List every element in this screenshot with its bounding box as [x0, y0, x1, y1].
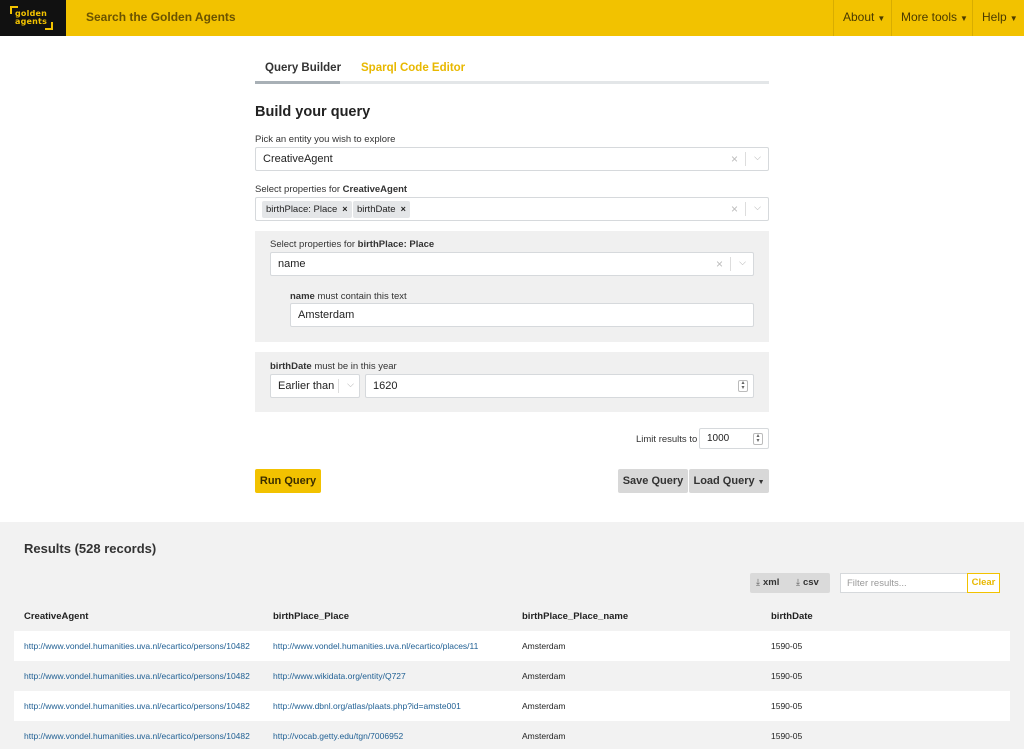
clear-icon[interactable]: ×: [731, 202, 738, 216]
year-input[interactable]: 1620 ▴ ▾: [365, 374, 754, 398]
site-title[interactable]: Search the Golden Agents: [86, 10, 236, 24]
nav-more-tools[interactable]: More tools ▼: [901, 10, 968, 26]
name-contains-input[interactable]: Amsterdam: [290, 303, 754, 327]
creative-agent-link[interactable]: http://www.vondel.humanities.uva.nl/ecar…: [24, 641, 250, 651]
limit-label: Limit results to: [636, 434, 698, 445]
column-header[interactable]: birthPlace_Place: [273, 611, 349, 622]
nav-divider: [891, 0, 892, 36]
properties-label: Select properties for CreativeAgent: [255, 184, 408, 195]
birthdate-condition-label: birthDate must be in this year: [270, 361, 397, 372]
load-query-button[interactable]: Load Query ▼: [689, 469, 769, 493]
chevron-down-icon[interactable]: ⌵: [739, 257, 746, 268]
limit-value: 1000: [707, 433, 730, 444]
table-row: http://www.vondel.humanities.uva.nl/ecar…: [14, 661, 1010, 691]
birthplace-link[interactable]: http://www.dbnl.org/atlas/plaats.php?id=…: [273, 701, 461, 711]
birthdate: 1590-05: [771, 701, 803, 711]
results-section: Results (528 records) ⤓ xml ⤓ csv Filter r…: [0, 522, 1024, 749]
chevron-down-icon[interactable]: ⌵: [347, 379, 354, 390]
select-divider: [745, 202, 746, 216]
chevron-down-icon[interactable]: ⌵: [754, 202, 761, 213]
select-divider: [338, 379, 339, 393]
download-buttons: ⤓ xml ⤓ csv: [750, 573, 830, 593]
column-header[interactable]: birthDate: [771, 611, 813, 622]
nav-divider: [972, 0, 973, 36]
creative-agent-link[interactable]: http://www.vondel.humanities.uva.nl/ecar…: [24, 731, 250, 741]
chevron-down-icon: ▼: [877, 14, 886, 23]
creative-agent-link[interactable]: http://www.vondel.humanities.uva.nl/ecar…: [24, 701, 250, 711]
editor-tabs: Query Builder Sparql Code Editor: [255, 56, 769, 84]
clear-filter-button[interactable]: Clear: [967, 573, 1000, 593]
birthplace-name: Amsterdam: [522, 641, 566, 651]
nav-about[interactable]: About ▼: [843, 10, 885, 26]
stepper-icon[interactable]: ▴ ▾: [753, 433, 763, 445]
select-divider: [745, 152, 746, 166]
page-title: Build your query: [255, 104, 371, 120]
entity-select-value: CreativeAgent: [263, 153, 333, 165]
birthplace-link[interactable]: http://vocab.getty.edu/tgn/7006952: [273, 731, 403, 741]
birthdate-panel: birthDate must be in this year Earlier t…: [255, 352, 769, 412]
birthplace-properties-label: Select properties for birthPlace: Place: [270, 239, 435, 250]
column-header[interactable]: birthPlace_Place_name: [522, 611, 628, 622]
remove-chip-icon[interactable]: ×: [401, 204, 406, 214]
nav-divider: [833, 0, 834, 36]
birthplace-link[interactable]: http://www.vondel.humanities.uva.nl/ecar…: [273, 641, 478, 651]
tab-query-builder[interactable]: Query Builder: [265, 62, 341, 74]
remove-chip-icon[interactable]: ×: [342, 204, 347, 214]
nav-help[interactable]: Help ▼: [982, 10, 1018, 26]
results-title: Results (528 records): [24, 541, 157, 556]
date-operator-select[interactable]: Earlier than ⌵: [270, 374, 360, 398]
download-icon: ⤓: [796, 577, 800, 587]
save-query-button[interactable]: Save Query: [618, 469, 688, 493]
entity-label: Pick an entity you wish to explore: [255, 134, 396, 145]
birthplace-panel: Select properties for birthPlace: Place …: [255, 231, 769, 342]
birthplace-name: Amsterdam: [522, 731, 566, 741]
golden-agents-logo[interactable]: golden agents: [0, 0, 66, 36]
clear-icon[interactable]: ×: [716, 257, 723, 271]
download-csv-button[interactable]: ⤓ csv: [796, 577, 819, 588]
run-query-button[interactable]: Run Query: [255, 469, 321, 493]
table-row: http://www.vondel.humanities.uva.nl/ecar…: [14, 691, 1010, 721]
download-xml-button[interactable]: ⤓ xml: [756, 577, 779, 588]
year-value: 1620: [373, 380, 398, 392]
creative-agent-link[interactable]: http://www.vondel.humanities.uva.nl/ecar…: [24, 671, 250, 681]
clear-icon[interactable]: ×: [731, 152, 738, 166]
birthplace-link[interactable]: http://www.wikidata.org/entity/Q727: [273, 671, 406, 681]
filter-results-input[interactable]: Filter results...: [840, 573, 968, 593]
birthplace-name: Amsterdam: [522, 701, 566, 711]
name-contains-value: Amsterdam: [298, 309, 355, 321]
table-row: http://www.vondel.humanities.uva.nl/ecar…: [14, 631, 1010, 661]
caret-down-icon: ▼: [757, 479, 765, 486]
name-condition-label: name must contain this text: [290, 291, 407, 302]
table-row: http://www.vondel.humanities.uva.nl/ecar…: [14, 721, 1010, 749]
birthdate: 1590-05: [771, 731, 803, 741]
chevron-down-icon: ▼: [1009, 14, 1018, 23]
logo-text: golden agents: [15, 9, 48, 26]
birthplace-name: Amsterdam: [522, 671, 566, 681]
birthdate: 1590-05: [771, 671, 803, 681]
download-icon: ⤓: [756, 577, 760, 587]
chevron-down-icon: ▼: [960, 14, 968, 23]
birthdate: 1590-05: [771, 641, 803, 651]
tab-sparql-code-editor[interactable]: Sparql Code Editor: [361, 62, 465, 74]
column-header[interactable]: CreativeAgent: [24, 611, 88, 622]
top-navbar: golden agents Search the Golden Agents A…: [0, 0, 1024, 36]
active-tab-indicator: [255, 81, 340, 84]
limit-input[interactable]: 1000 ▴ ▾: [699, 428, 769, 449]
property-chip-birthdate: birthDate ×: [353, 201, 410, 218]
date-operator-value: Earlier than: [278, 380, 335, 392]
property-chip-birthplace: birthPlace: Place ×: [262, 201, 352, 218]
birthplace-property-value: name: [278, 258, 306, 270]
entity-select[interactable]: CreativeAgent × ⌵: [255, 147, 769, 171]
properties-multiselect[interactable]: birthPlace: Place × birthDate × × ⌵: [255, 197, 769, 221]
birthplace-property-select[interactable]: name × ⌵: [270, 252, 754, 276]
chevron-down-icon[interactable]: ⌵: [754, 152, 761, 163]
stepper-icon[interactable]: ▴ ▾: [738, 380, 748, 392]
select-divider: [730, 257, 731, 271]
